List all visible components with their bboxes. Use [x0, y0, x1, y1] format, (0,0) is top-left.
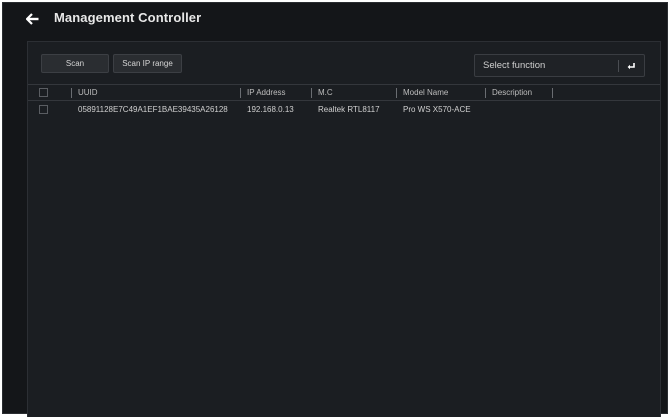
column-separator [396, 88, 397, 98]
scan-button[interactable]: Scan [41, 54, 109, 73]
function-select-value: Select function [483, 60, 546, 71]
select-all-checkbox[interactable] [39, 88, 48, 97]
table-row[interactable]: 05891128E7C49A1EF1BAE39435A26128 192.168… [28, 102, 660, 118]
function-select[interactable]: Select function [474, 54, 645, 77]
app-window: Management Controller Scan Scan IP range… [2, 2, 668, 417]
column-header-mc[interactable]: M.C [318, 88, 333, 97]
table-header: UUID IP Address M.C Model Name Descripti… [28, 84, 660, 101]
row-checkbox[interactable] [39, 105, 48, 114]
column-separator [552, 88, 553, 98]
cell-uuid: 05891128E7C49A1EF1BAE39435A26128 [78, 105, 228, 114]
page-title: Management Controller [54, 10, 202, 25]
cell-mc: Realtek RTL8117 [318, 105, 380, 114]
scan-ip-range-button[interactable]: Scan IP range [113, 54, 182, 73]
column-separator [71, 88, 72, 98]
arrow-left-icon [25, 13, 38, 25]
select-divider [618, 60, 619, 72]
header-bar: Management Controller [3, 3, 667, 35]
main-panel: Scan Scan IP range Select function UUID … [27, 41, 661, 417]
column-separator [240, 88, 241, 98]
back-button[interactable] [23, 10, 41, 28]
column-header-ip-address[interactable]: IP Address [247, 88, 286, 97]
column-header-description[interactable]: Description [492, 88, 532, 97]
column-header-model-name[interactable]: Model Name [403, 88, 448, 97]
enter-icon[interactable] [625, 60, 637, 72]
cell-ip-address: 192.168.0.13 [247, 105, 294, 114]
column-header-uuid[interactable]: UUID [78, 88, 98, 97]
column-separator [485, 88, 486, 98]
column-separator [311, 88, 312, 98]
cell-model-name: Pro WS X570-ACE [403, 105, 471, 114]
